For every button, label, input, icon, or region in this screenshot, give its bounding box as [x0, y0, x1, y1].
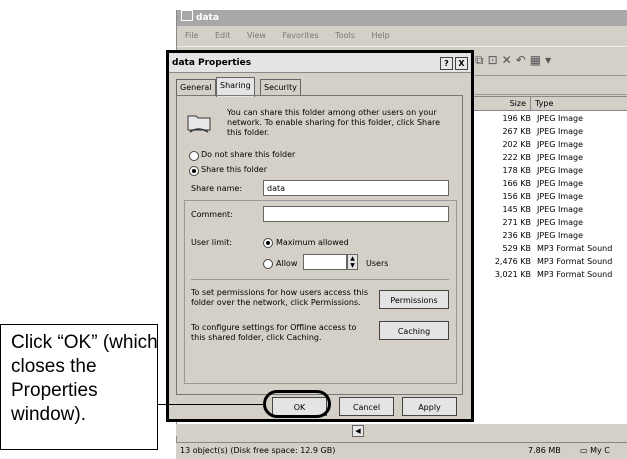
group-divider: [191, 279, 449, 280]
caching-button[interactable]: Caching: [379, 321, 449, 340]
computer-icon: ▭: [580, 446, 588, 455]
do-not-share-label: Do not share this folder: [201, 150, 296, 159]
file-size: 267 KB: [502, 127, 531, 136]
menu-tools[interactable]: Tools: [335, 31, 355, 40]
file-type: JPEG Image: [537, 166, 584, 175]
menu-bar: File Edit View Favorites Tools Help: [177, 28, 627, 44]
properties-dialog: data Properties ? X General Sharing Secu…: [166, 50, 474, 422]
file-type: JPEG Image: [537, 127, 584, 136]
file-size: 196 KB: [502, 114, 531, 123]
dialog-title: data Properties: [172, 58, 252, 68]
share-name-input[interactable]: data: [263, 180, 449, 196]
menu-file[interactable]: File: [185, 31, 198, 40]
copy-to-icon[interactable]: ⊡: [488, 53, 502, 67]
type-column-header[interactable]: Type: [531, 97, 627, 111]
ok-highlight-ring: [263, 390, 331, 418]
file-type: JPEG Image: [537, 205, 584, 214]
status-bar: 13 object(s) (Disk free space: 12.9 GB) …: [176, 442, 627, 459]
my-computer-status: ▭ My C: [580, 443, 610, 459]
instruction-callout: Click “OK” (which closes the Properties …: [0, 324, 158, 450]
caching-text: To configure settings for Offline access…: [191, 323, 357, 342]
file-type: JPEG Image: [537, 218, 584, 227]
file-type: MP3 Format Sound: [537, 257, 613, 266]
file-type: MP3 Format Sound: [537, 270, 613, 279]
explorer-title: data: [196, 13, 219, 23]
file-type: JPEG Image: [537, 231, 584, 240]
file-size: 145 KB: [502, 205, 531, 214]
file-size: 529 KB: [502, 244, 531, 253]
menu-view[interactable]: View: [247, 31, 266, 40]
file-size: 271 KB: [502, 218, 531, 227]
callout-text: Click “OK” (which closes the Properties …: [11, 332, 158, 425]
tab-sharing[interactable]: Sharing: [216, 77, 255, 97]
share-folder-radio[interactable]: [189, 166, 199, 176]
scroll-left-icon[interactable]: ◀: [352, 425, 364, 437]
share-folder-label: Share this folder: [201, 165, 270, 175]
allow-label: Allow: [276, 259, 298, 268]
comment-input[interactable]: [263, 206, 449, 222]
file-type: MP3 Format Sound: [537, 244, 613, 253]
sharing-panel: You can share this folder among other us…: [176, 95, 463, 395]
file-type: JPEG Image: [537, 114, 584, 123]
comment-label: Comment:: [191, 210, 233, 219]
dialog-titlebar: data Properties ? X: [169, 53, 471, 73]
file-type: JPEG Image: [537, 153, 584, 162]
file-type: JPEG Image: [537, 140, 584, 149]
file-size: 3,021 KB: [494, 270, 531, 279]
permissions-button[interactable]: Permissions: [379, 290, 449, 309]
file-size: 222 KB: [502, 153, 531, 162]
cancel-button[interactable]: Cancel: [339, 397, 394, 416]
user-limit-label: User limit:: [191, 238, 233, 247]
users-label: Users: [366, 259, 389, 268]
share-name-label: Share name:: [191, 184, 243, 193]
file-size: 178 KB: [502, 166, 531, 175]
sharing-intro-text: You can share this folder among other us…: [227, 108, 441, 137]
file-size: 236 KB: [502, 231, 531, 240]
status-zone: My C: [590, 446, 610, 455]
user-count-spinner[interactable]: ▲ ▼: [347, 254, 358, 270]
explorer-titlebar: data: [177, 10, 627, 26]
tab-general[interactable]: General: [176, 79, 216, 96]
do-not-share-radio[interactable]: [189, 151, 199, 161]
move-to-icon[interactable]: ⧉: [475, 53, 488, 67]
delete-icon[interactable]: ✕: [502, 53, 516, 67]
close-button[interactable]: X: [455, 57, 468, 70]
horizontal-scrollbar[interactable]: ◀: [176, 424, 627, 437]
folder-window-icon: [181, 10, 193, 21]
file-size: 156 KB: [502, 192, 531, 201]
maximum-allowed-radio[interactable]: [263, 238, 273, 248]
maximum-allowed-label: Maximum allowed: [276, 238, 349, 247]
file-size: 166 KB: [502, 179, 531, 188]
menu-favorites[interactable]: Favorites: [283, 31, 319, 40]
apply-button[interactable]: Apply: [402, 397, 457, 416]
toolbar-icons: ⧉⊡✕↶▦▾: [475, 53, 555, 68]
permissions-text: To set permissions for how users access …: [191, 288, 368, 307]
status-objects: 13 object(s) (Disk free space: 12.9 GB): [180, 446, 336, 455]
undo-icon[interactable]: ↶: [516, 53, 530, 67]
allow-users-input[interactable]: [303, 254, 347, 270]
status-size: 7.86 MB: [528, 446, 561, 455]
shared-folder-icon: [187, 115, 211, 133]
file-type: JPEG Image: [537, 179, 584, 188]
spin-up-icon[interactable]: ▲: [348, 255, 357, 262]
help-button[interactable]: ?: [440, 57, 453, 70]
file-size: 2,476 KB: [494, 257, 531, 266]
menu-edit[interactable]: Edit: [215, 31, 231, 40]
file-size: 202 KB: [502, 140, 531, 149]
menu-help[interactable]: Help: [371, 31, 389, 40]
callout-leader-line: [157, 404, 265, 405]
allow-radio[interactable]: [263, 259, 273, 269]
tab-security[interactable]: Security: [260, 79, 301, 96]
file-type: JPEG Image: [537, 192, 584, 201]
views-icon[interactable]: ▦▾: [530, 53, 555, 67]
spin-down-icon[interactable]: ▼: [348, 262, 357, 269]
